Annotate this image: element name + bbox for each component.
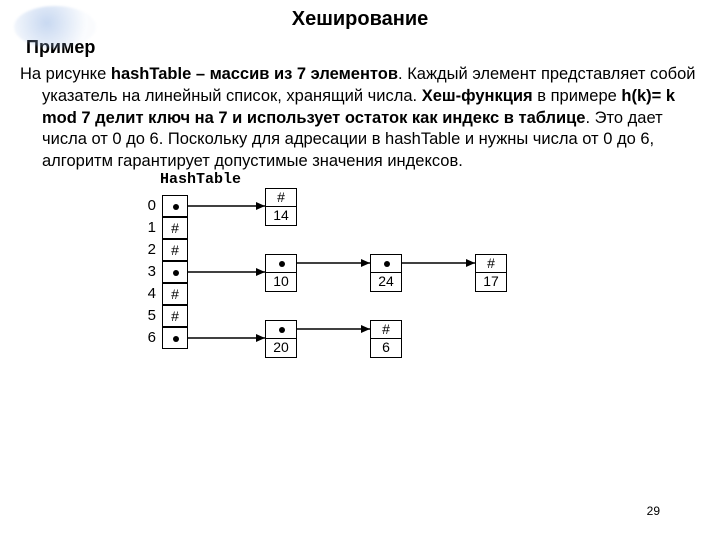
table-index: 1 xyxy=(140,219,156,236)
table-slot xyxy=(162,327,188,349)
page-title: Хеширование xyxy=(20,8,700,31)
table-index: 6 xyxy=(140,329,156,346)
body-paragraph: На рисунке hashTable – массив из 7 элеме… xyxy=(20,64,700,173)
table-slot: # xyxy=(162,217,188,239)
table-index: 5 xyxy=(140,307,156,324)
list-node: 24 xyxy=(370,254,402,292)
table-slot xyxy=(162,261,188,283)
list-node: 10 xyxy=(265,254,297,292)
table-index: 2 xyxy=(140,241,156,258)
table-index: 4 xyxy=(140,285,156,302)
list-node: #14 xyxy=(265,188,297,226)
table-index: 0 xyxy=(140,197,156,214)
list-node: 20 xyxy=(265,320,297,358)
section-subtitle: Пример xyxy=(26,37,700,58)
list-node: #6 xyxy=(370,320,402,358)
table-slot xyxy=(162,195,188,217)
table-slot: # xyxy=(162,305,188,327)
page-number: 29 xyxy=(647,504,660,518)
list-node: #17 xyxy=(475,254,507,292)
table-slot: # xyxy=(162,283,188,305)
decorative-blob xyxy=(14,6,96,48)
table-index: 3 xyxy=(140,263,156,280)
hash-diagram: HashTable 0#141#2#31024#174#5#620#6 xyxy=(110,185,700,415)
table-slot: # xyxy=(162,239,188,261)
